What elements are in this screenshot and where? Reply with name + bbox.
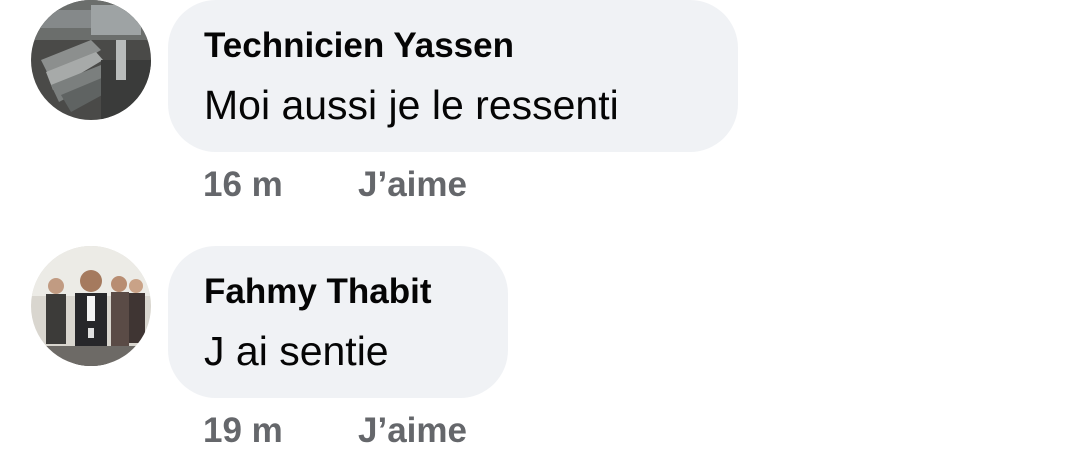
comment-time[interactable]: 16 m — [203, 165, 358, 205]
like-button[interactable]: J’aime — [358, 411, 467, 451]
like-button[interactable]: J’aime — [358, 165, 467, 205]
avatar[interactable] — [31, 246, 151, 366]
comment-text: J ai sentie — [204, 328, 389, 374]
comment-time[interactable]: 19 m — [203, 411, 358, 451]
comment-text: Moi aussi je le ressenti — [204, 82, 619, 128]
comment-bubble: Technicien Yassen Moi aussi je le ressen… — [168, 0, 738, 152]
comment-meta: 16 m J’aime — [203, 160, 467, 210]
industrial-pipes-photo-icon — [31, 0, 151, 120]
comment-author[interactable]: Technicien Yassen — [204, 24, 702, 68]
comment-bubble: Fahmy Thabit J ai sentie — [168, 246, 508, 398]
avatar[interactable] — [31, 0, 151, 120]
group-of-people-photo-icon — [31, 246, 151, 366]
comment-author[interactable]: Fahmy Thabit — [204, 270, 472, 314]
comment-meta: 19 m J’aime — [203, 406, 467, 456]
